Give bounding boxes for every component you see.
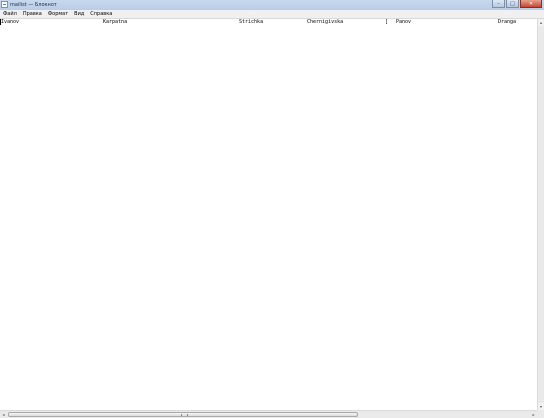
notepad-icon[interactable]	[1, 1, 8, 8]
text-editor-area[interactable]: Ivanov Karpatna Strichka Chernigivska [ …	[0, 19, 537, 410]
vertical-scrollbar[interactable]: ▴ ▾	[537, 19, 544, 410]
scroll-up-icon[interactable]: ▴	[538, 19, 544, 26]
scroll-right-icon[interactable]: ▸	[530, 411, 537, 418]
text-line: Ivanov Karpatna Strichka Chernigivska [ …	[0, 19, 537, 25]
scroll-left-icon[interactable]: ◂	[0, 411, 7, 418]
caption-buttons: – □ ✕	[491, 0, 542, 9]
text-cell: Panov	[396, 19, 412, 25]
window-title: mailist — Блокнот	[10, 2, 57, 8]
text-cell: Dranga	[498, 19, 517, 25]
maximize-button[interactable]: □	[506, 0, 519, 8]
menu-view[interactable]: Вид	[71, 10, 87, 18]
menu-help[interactable]: Справка	[87, 10, 115, 18]
text-cell: Chernigivska	[307, 19, 344, 25]
scroll-down-icon[interactable]: ▾	[538, 403, 544, 410]
text-cell: Strichka	[239, 19, 264, 25]
text-caret	[0, 19, 1, 25]
close-button[interactable]: ✕	[520, 0, 542, 8]
text-cell: Ivanov	[1, 19, 20, 25]
menu-edit[interactable]: Правка	[20, 10, 45, 18]
menu-file[interactable]: Файл	[0, 10, 20, 18]
menu-bar: Файл Правка Формат Вид Справка	[0, 10, 544, 19]
size-grip[interactable]	[537, 410, 544, 418]
horizontal-scrollbar[interactable]: ◂ ▸	[0, 410, 537, 418]
horizontal-scroll-thumb[interactable]	[8, 412, 358, 417]
grip-icon	[181, 414, 188, 416]
text-cell: [	[385, 19, 389, 25]
text-cell: Karpatna	[103, 19, 128, 25]
minimize-button[interactable]: –	[492, 0, 505, 8]
menu-format[interactable]: Формат	[45, 10, 71, 18]
